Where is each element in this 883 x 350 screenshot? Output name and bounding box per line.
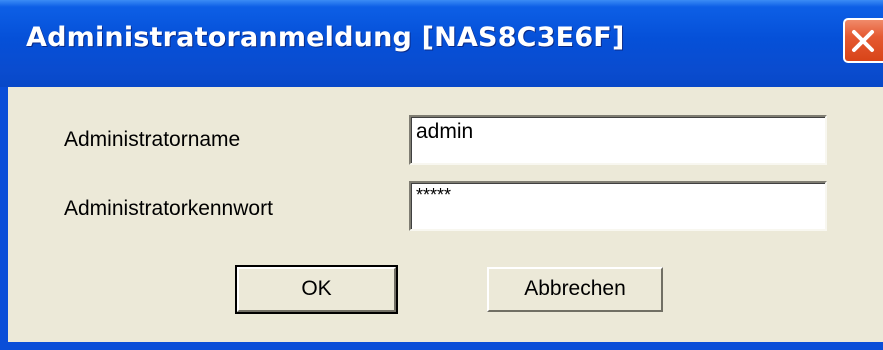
dialog-body: Administratorname admin Administratorken… (8, 87, 883, 342)
ok-button[interactable]: OK (235, 265, 398, 314)
title-bar[interactable]: Administratoranmeldung [NAS8C3E6F] (0, 0, 883, 87)
password-input[interactable]: ***** (409, 181, 827, 231)
window-title: Administratoranmeldung [NAS8C3E6F] (26, 22, 625, 53)
cancel-button[interactable]: Abbrechen (487, 267, 663, 312)
username-label: Administratorname (64, 128, 241, 151)
close-x-icon (852, 30, 874, 52)
password-label: Administratorkennwort (64, 197, 273, 220)
login-dialog: Administratoranmeldung [NAS8C3E6F] Admin… (0, 0, 883, 350)
window-bottom-border (0, 342, 883, 350)
username-input[interactable]: admin (409, 115, 827, 165)
close-button[interactable] (843, 18, 883, 63)
